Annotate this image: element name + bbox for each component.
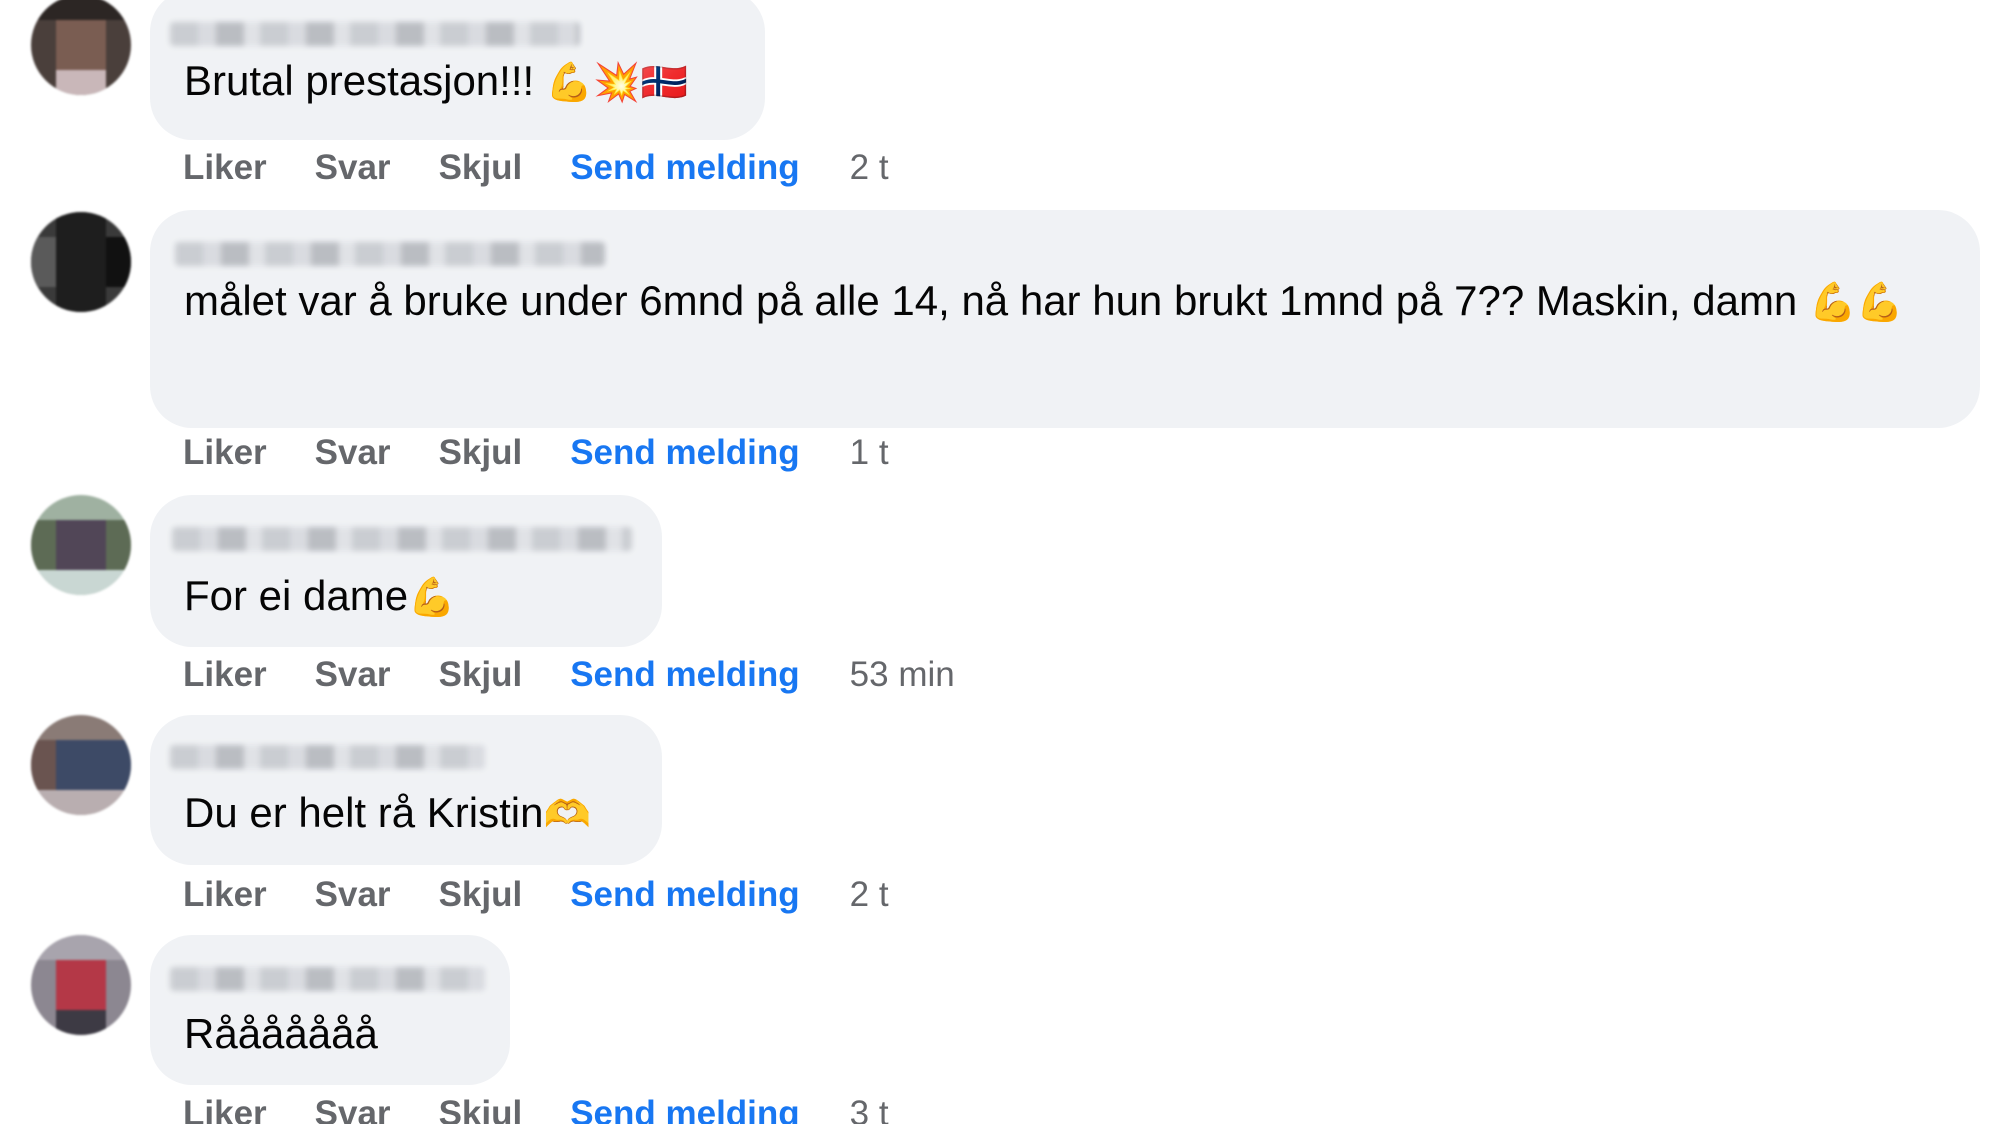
comment-body: Rååååååå <box>184 1010 378 1057</box>
like-button[interactable]: Liker <box>183 148 267 188</box>
hide-button[interactable]: Skjul <box>439 433 523 473</box>
timestamp[interactable]: 53 min <box>850 655 955 695</box>
comment-body: Du er helt rå Kristin <box>184 789 544 836</box>
emoji-flexed-biceps: 💪💪 <box>1808 280 1904 324</box>
comment-body: målet var å bruke under 6mnd på alle 14,… <box>184 277 1798 324</box>
comment-actions: Liker Svar Skjul Send melding 3 t <box>183 1094 889 1124</box>
comment-bubble: Brutal prestasjon!!! 💪💥🇳🇴 <box>150 0 765 140</box>
comment-thread: Brutal prestasjon!!! 💪💥🇳🇴 Liker Svar Skj… <box>0 0 2000 1124</box>
comment-text: målet var å bruke under 6mnd på alle 14,… <box>184 268 1964 335</box>
reply-button[interactable]: Svar <box>315 148 391 188</box>
timestamp[interactable]: 3 t <box>850 1094 889 1124</box>
avatar[interactable] <box>31 495 131 595</box>
send-message-button[interactable]: Send melding <box>570 875 799 915</box>
reply-button[interactable]: Svar <box>315 875 391 915</box>
avatar[interactable] <box>31 212 131 312</box>
avatar[interactable] <box>31 935 131 1035</box>
author-name-redacted[interactable] <box>175 242 605 266</box>
emoji-flexed-biceps: 💪 <box>408 575 456 619</box>
author-name-redacted[interactable] <box>170 22 580 46</box>
comment-body: For ei dame <box>184 572 409 619</box>
comment-actions: Liker Svar Skjul Send melding 53 min <box>183 655 955 695</box>
comment-text: For ei dame💪 <box>184 563 455 630</box>
timestamp[interactable]: 1 t <box>850 433 889 473</box>
avatar[interactable] <box>31 715 131 815</box>
hide-button[interactable]: Skjul <box>439 875 523 915</box>
send-message-button[interactable]: Send melding <box>570 433 799 473</box>
like-button[interactable]: Liker <box>183 655 267 695</box>
comment-actions: Liker Svar Skjul Send melding 2 t <box>183 148 889 188</box>
send-message-button[interactable]: Send melding <box>570 148 799 188</box>
hide-button[interactable]: Skjul <box>439 1094 523 1124</box>
comment-bubble: Du er helt rå Kristin🫶 <box>150 715 662 865</box>
comment-actions: Liker Svar Skjul Send melding 1 t <box>183 433 889 473</box>
emoji-flex-explosion-norway-flag: 💪💥🇳🇴 <box>545 60 688 104</box>
hide-button[interactable]: Skjul <box>439 655 523 695</box>
reply-button[interactable]: Svar <box>315 655 391 695</box>
comment-text: Du er helt rå Kristin🫶 <box>184 780 591 847</box>
send-message-button[interactable]: Send melding <box>570 655 799 695</box>
comment-bubble: målet var å bruke under 6mnd på alle 14,… <box>150 210 1980 428</box>
comment-text: Brutal prestasjon!!! 💪💥🇳🇴 <box>184 48 688 115</box>
emoji-heart-hands: 🫶 <box>543 792 591 836</box>
comment-bubble: Rååååååå <box>150 935 510 1085</box>
like-button[interactable]: Liker <box>183 875 267 915</box>
hide-button[interactable]: Skjul <box>439 148 523 188</box>
timestamp[interactable]: 2 t <box>850 875 889 915</box>
author-name-redacted[interactable] <box>170 967 485 991</box>
author-name-redacted[interactable] <box>170 745 485 769</box>
avatar[interactable] <box>31 0 131 95</box>
timestamp[interactable]: 2 t <box>850 148 889 188</box>
comment-body: Brutal prestasjon!!! <box>184 57 535 104</box>
reply-button[interactable]: Svar <box>315 433 391 473</box>
comment-text: Rååååååå <box>184 1001 378 1067</box>
comment-bubble: For ei dame💪 <box>150 495 662 647</box>
like-button[interactable]: Liker <box>183 1094 267 1124</box>
comment-actions: Liker Svar Skjul Send melding 2 t <box>183 875 889 915</box>
send-message-button[interactable]: Send melding <box>570 1094 799 1124</box>
reply-button[interactable]: Svar <box>315 1094 391 1124</box>
like-button[interactable]: Liker <box>183 433 267 473</box>
author-name-redacted[interactable] <box>172 527 632 551</box>
